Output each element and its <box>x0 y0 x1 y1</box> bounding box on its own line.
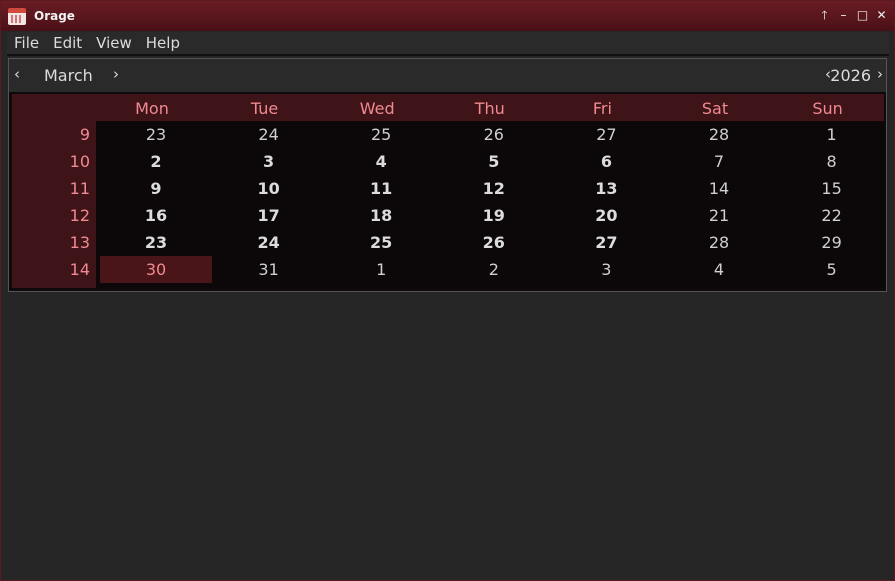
calendar-day[interactable]: 27 <box>550 229 662 256</box>
calendar-day[interactable]: 24 <box>213 121 325 148</box>
calendar-day[interactable]: 21 <box>663 202 775 229</box>
calendar-day[interactable]: 30 <box>100 256 212 283</box>
calendar-day[interactable]: 2 <box>438 256 550 283</box>
calendar-day[interactable]: 18 <box>325 202 437 229</box>
day-header-3: Thu <box>474 99 505 118</box>
calendar-navbar: ‹ March › ‹ 2026 › <box>9 59 886 92</box>
calendar-day[interactable]: 26 <box>438 121 550 148</box>
calendar-day[interactable]: 5 <box>438 148 550 175</box>
calendar-day[interactable]: 24 <box>213 229 325 256</box>
menu-view[interactable]: View <box>89 32 139 54</box>
month-label: March <box>44 66 93 85</box>
calendar-day[interactable]: 3 <box>550 256 662 283</box>
calendar-day[interactable]: 19 <box>438 202 550 229</box>
calendar-day[interactable]: 25 <box>325 229 437 256</box>
year-label: 2026 <box>830 66 871 85</box>
window-controls: 🡑 – □ ✕ <box>818 7 888 23</box>
calendar-day[interactable]: 23 <box>100 229 212 256</box>
menu-bar: File Edit View Help <box>7 32 889 56</box>
calendar-day[interactable]: 15 <box>776 175 888 202</box>
calendar-day[interactable]: 12 <box>438 175 550 202</box>
calendar-day[interactable]: 1 <box>776 121 888 148</box>
day-header-6: Sun <box>812 99 843 118</box>
calendar-day[interactable]: 7 <box>663 148 775 175</box>
calendar-day[interactable]: 8 <box>776 148 888 175</box>
week-number[interactable]: 9 <box>12 121 90 148</box>
calendar-day[interactable]: 13 <box>550 175 662 202</box>
prev-month-icon[interactable]: ‹ <box>14 59 20 89</box>
calendar-day[interactable]: 26 <box>438 229 550 256</box>
menu-help[interactable]: Help <box>139 32 187 54</box>
calendar-day[interactable]: 31 <box>213 256 325 283</box>
day-header-2: Wed <box>359 99 395 118</box>
calendar-day[interactable]: 29 <box>776 229 888 256</box>
calendar-day[interactable]: 4 <box>663 256 775 283</box>
calendar-day[interactable]: 23 <box>100 121 212 148</box>
calendar-day[interactable]: 20 <box>550 202 662 229</box>
calendar-day[interactable]: 10 <box>213 175 325 202</box>
close-icon[interactable]: ✕ <box>875 7 888 23</box>
day-header-0: Mon <box>135 99 169 118</box>
week-number[interactable]: 10 <box>12 148 90 175</box>
calendar-day[interactable]: 17 <box>213 202 325 229</box>
calendar-day[interactable]: 1 <box>325 256 437 283</box>
calendar-day[interactable]: 25 <box>325 121 437 148</box>
window-title: Orage <box>34 9 75 23</box>
week-number[interactable]: 13 <box>12 229 90 256</box>
week-number[interactable]: 11 <box>12 175 90 202</box>
week-number[interactable]: 12 <box>12 202 90 229</box>
calendar-day[interactable]: 2 <box>100 148 212 175</box>
calendar-day[interactable]: 4 <box>325 148 437 175</box>
calendar-day[interactable]: 14 <box>663 175 775 202</box>
next-year-icon[interactable]: › <box>877 59 883 89</box>
menu-file[interactable]: File <box>7 32 46 54</box>
calendar-day[interactable]: 16 <box>100 202 212 229</box>
minimize-icon[interactable]: – <box>837 7 850 23</box>
calendar-day[interactable]: 28 <box>663 229 775 256</box>
raise-icon[interactable]: 🡑 <box>818 7 831 23</box>
day-header-5: Sat <box>701 99 729 118</box>
calendar-app-icon <box>7 6 27 26</box>
calendar-grid: Mon Tue Wed Thu Fri Sat Sun 9 23 24 25 26 27 28 1 10 2 3 4… <box>12 94 884 288</box>
calendar-day[interactable]: 27 <box>550 121 662 148</box>
calendar-day[interactable]: 3 <box>213 148 325 175</box>
calendar-day[interactable]: 6 <box>550 148 662 175</box>
orage-window: Orage 🡑 – □ ✕ File Edit View Help ‹ Marc… <box>0 0 895 581</box>
next-month-icon[interactable]: › <box>113 59 119 89</box>
calendar-day[interactable]: 22 <box>776 202 888 229</box>
calendar-widget: ‹ March › ‹ 2026 › Mon Tue Wed Thu Fri Sat Sun… <box>8 58 887 292</box>
maximize-icon[interactable]: □ <box>856 7 869 23</box>
calendar-day[interactable]: 11 <box>325 175 437 202</box>
day-header-4: Fri <box>592 99 612 118</box>
day-header-1: Tue <box>250 99 279 118</box>
calendar-day[interactable]: 9 <box>100 175 212 202</box>
calendar-day[interactable]: 28 <box>663 121 775 148</box>
title-bar[interactable]: Orage 🡑 – □ ✕ <box>1 1 894 31</box>
week-number[interactable]: 14 <box>12 256 90 283</box>
menu-edit[interactable]: Edit <box>46 32 89 54</box>
calendar-day[interactable]: 5 <box>776 256 888 283</box>
